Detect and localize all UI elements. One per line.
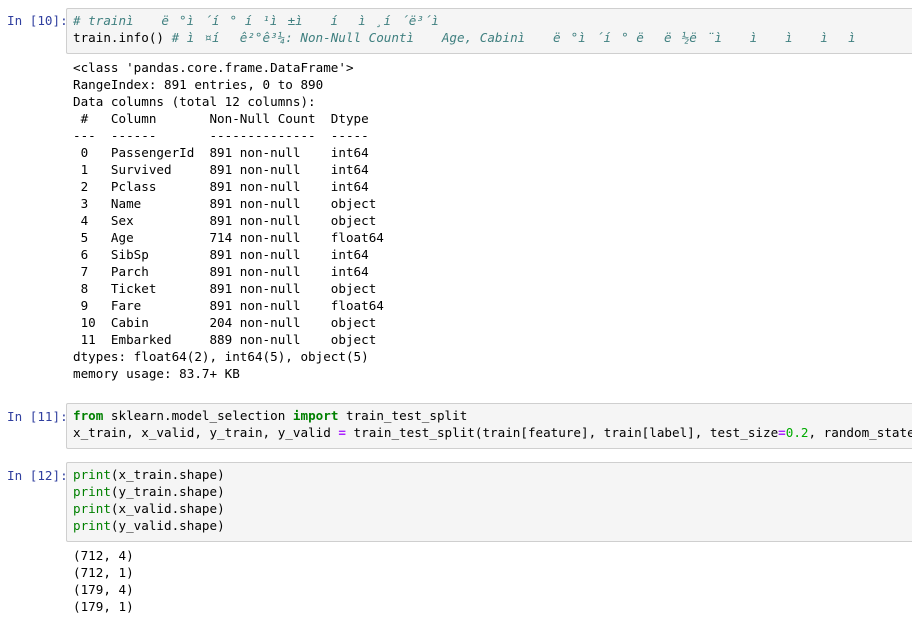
output-line: dtypes: float64(2), int64(5), object(5) <box>73 349 369 364</box>
output-line: 2 Pclass 891 non-null int64 <box>73 179 384 194</box>
code-token: (y_train.shape) <box>110 484 225 499</box>
output-line: --- ------ -------------- ----- <box>73 128 384 143</box>
code-token: print <box>73 484 111 499</box>
code-token: print <box>73 467 111 482</box>
cell-prompt: In [10]: <box>7 13 68 28</box>
output-line: 11 Embarked 889 non-null object <box>73 332 384 347</box>
output-line: <class 'pandas.core.frame.DataFrame'> <box>73 60 354 75</box>
code-token: sklearn.model_selection <box>103 408 293 423</box>
code-token: (y_valid.shape) <box>110 518 225 533</box>
cell-output: (712, 4) (712, 1) (179, 4) (179, 1) <box>66 547 912 615</box>
cell-output: <class 'pandas.core.frame.DataFrame'> Ra… <box>66 59 912 382</box>
output-line: 0 PassengerId 891 non-null int64 <box>73 145 384 160</box>
output-line: 9 Fare 891 non-null float64 <box>73 298 384 313</box>
cell-prompt: In [12]: <box>7 468 68 483</box>
code-line: print(x_valid.shape) <box>73 500 912 517</box>
code-line: # trainì ë°ì´í° í¹ì±ì íì¸í´… <box>73 12 912 29</box>
code-token: print <box>73 518 111 533</box>
code-token: train_test_split <box>338 408 468 423</box>
output-line: 8 Ticket 891 non-null object <box>73 281 384 296</box>
output-line: 3 Name 891 non-null object <box>73 196 384 211</box>
output-line: RangeIndex: 891 entries, 0 to 890 <box>73 77 324 92</box>
output-line: 6 SibSp 891 non-null int64 <box>73 247 384 262</box>
code-line: print(x_train.shape) <box>73 466 912 483</box>
code-token: print <box>73 501 111 516</box>
code-input-area[interactable]: # trainì ë°ì´í° í¹ì±ì íì¸í´… <box>66 8 912 54</box>
code-token: import <box>292 408 339 423</box>
code-token: train.info() <box>73 30 172 45</box>
output-line: # Column Non-Null Count Dtype <box>73 111 384 126</box>
code-token: from <box>73 408 104 423</box>
output-line: (712, 1) <box>73 565 134 580</box>
code-line: train.info() # ì¤íê²°ê³¼: Non-Null Co… <box>73 29 912 46</box>
code-token: 0.2 <box>785 425 809 440</box>
code-token: # trainì ë°ì´í° í¹ì±ì íì¸í´… <box>73 13 460 28</box>
output-line: 10 Cabin 204 non-null object <box>73 315 384 330</box>
code-token: = <box>338 425 346 440</box>
code-input-area[interactable]: from sklearn.model_selection import trai… <box>66 403 912 449</box>
code-token: # ì¤íê²°ê³¼: Non-Null Countì Age, C… <box>171 30 876 45</box>
output-line: (712, 4) <box>73 548 134 563</box>
code-line: from sklearn.model_selection import trai… <box>73 407 912 424</box>
output-line: Data columns (total 12 columns): <box>73 94 316 109</box>
code-line: print(y_valid.shape) <box>73 517 912 534</box>
code-line: x_train, x_valid, y_train, y_valid = tra… <box>73 424 912 441</box>
code-token: train_test_split(train[feature], train[l… <box>345 425 779 440</box>
output-line: 5 Age 714 non-null float64 <box>73 230 384 245</box>
output-line: 7 Parch 891 non-null int64 <box>73 264 384 279</box>
output-line: (179, 4) <box>73 582 134 597</box>
cell-prompt: In [11]: <box>7 409 68 424</box>
output-line: (179, 1) <box>73 599 134 614</box>
output-line: memory usage: 83.7+ KB <box>73 366 240 381</box>
code-token: (x_valid.shape) <box>110 501 225 516</box>
code-token: , random_state <box>808 425 912 440</box>
output-line: 1 Survived 891 non-null int64 <box>73 162 384 177</box>
code-token: x_train, x_valid, y_train, y_valid <box>73 425 339 440</box>
output-line: 4 Sex 891 non-null object <box>73 213 384 228</box>
code-input-area[interactable]: print(x_train.shape) print(y_train.shape… <box>66 462 912 542</box>
code-token: = <box>778 425 786 440</box>
code-token: (x_train.shape) <box>110 467 225 482</box>
code-line: print(y_train.shape) <box>73 483 912 500</box>
